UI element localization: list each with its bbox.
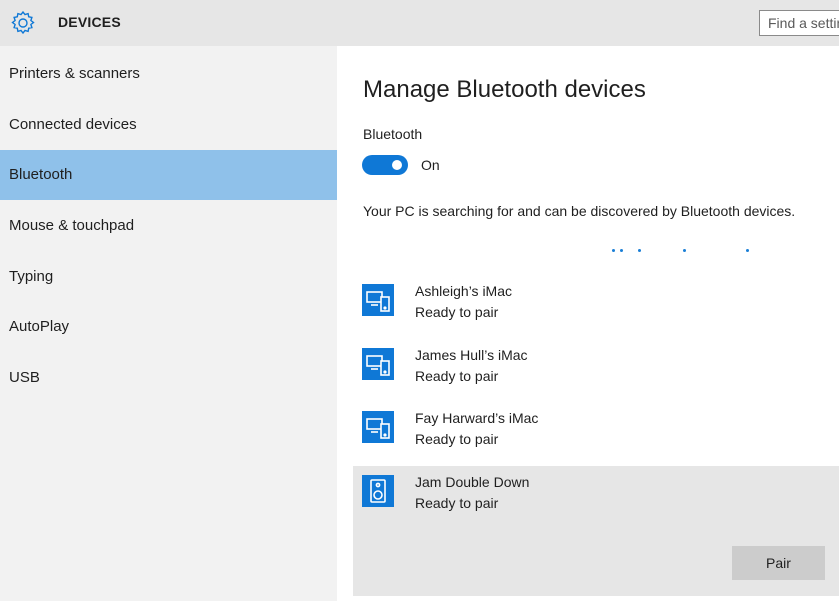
bluetooth-label: Bluetooth <box>363 126 423 142</box>
search-input[interactable] <box>760 11 839 35</box>
pair-button[interactable]: Pair <box>732 546 825 580</box>
device-status: Ready to pair <box>415 495 499 511</box>
device-name: Fay Harward’s iMac <box>415 410 539 426</box>
progress-dot <box>638 249 641 252</box>
device-status: Ready to pair <box>415 431 499 447</box>
search-status-text: Your PC is searching for and can be disc… <box>363 203 796 219</box>
page-title: DEVICES <box>58 14 121 30</box>
title-bar: DEVICES <box>0 0 839 46</box>
toggle-knob <box>392 160 402 170</box>
sidebar-item-connected-devices[interactable]: Connected devices <box>0 100 337 150</box>
toggle-state-label: On <box>421 157 440 173</box>
device-name: Jam Double Down <box>415 474 530 490</box>
gear-icon <box>9 9 37 37</box>
device-status: Ready to pair <box>415 368 499 384</box>
section-heading: Manage Bluetooth devices <box>363 76 646 103</box>
sidebar-item-bluetooth[interactable]: Bluetooth <box>0 150 337 200</box>
progress-dot <box>612 249 615 252</box>
progress-dot <box>746 249 749 252</box>
progress-dot <box>683 249 686 252</box>
progress-dot <box>620 249 623 252</box>
device-name: James Hull’s iMac <box>415 347 528 363</box>
speaker-icon <box>362 475 394 507</box>
device-item[interactable]: Ashleigh’s iMac Ready to pair <box>353 275 839 338</box>
sidebar-item-usb[interactable]: USB <box>0 353 337 403</box>
device-status: Ready to pair <box>415 304 499 320</box>
sidebar-item-printers-scanners[interactable]: Printers & scanners <box>0 49 337 99</box>
sidebar-item-autoplay[interactable]: AutoPlay <box>0 302 337 352</box>
device-item[interactable]: Fay Harward’s iMac Ready to pair <box>353 402 839 465</box>
bluetooth-toggle[interactable] <box>362 155 408 175</box>
device-name: Ashleigh’s iMac <box>415 283 513 299</box>
device-item[interactable]: James Hull’s iMac Ready to pair <box>353 339 839 402</box>
sidebar-item-typing[interactable]: Typing <box>0 252 337 302</box>
computer-phone-icon <box>362 411 394 443</box>
search-box[interactable] <box>759 10 839 36</box>
computer-phone-icon <box>362 284 394 316</box>
computer-phone-icon <box>362 348 394 380</box>
sidebar-item-mouse-touchpad[interactable]: Mouse & touchpad <box>0 201 337 251</box>
main-panel: Manage Bluetooth devices Bluetooth On Yo… <box>337 46 839 601</box>
sidebar: Printers & scanners Connected devices Bl… <box>0 46 337 601</box>
